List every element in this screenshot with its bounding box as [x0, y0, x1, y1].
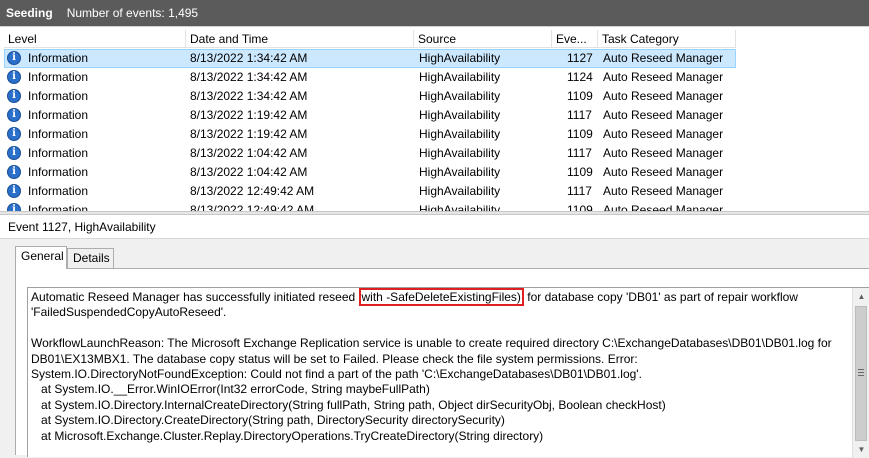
event-cell-datetime: 8/13/2022 1:19:42 AM — [190, 127, 308, 141]
information-icon: i — [7, 165, 21, 179]
event-cell-source: HighAvailability — [419, 184, 501, 198]
event-cell-datetime: 8/13/2022 1:19:42 AM — [190, 108, 308, 122]
event-cell-event-id: 1117 — [567, 146, 592, 160]
event-cell-datetime: 8/13/2022 12:49:42 AM — [190, 184, 315, 198]
column-header-source[interactable]: Source — [414, 30, 552, 48]
event-description-box[interactable]: Automatic Reseed Manager has successfull… — [27, 287, 869, 458]
event-row[interactable]: i Information 8/13/2022 1:19:42 AM HighAvai… — [4, 125, 736, 144]
column-header-level[interactable]: Level — [4, 30, 186, 48]
description-intro: Automatic Reseed Manager has successfull… — [31, 290, 359, 304]
event-cell-source: HighAvailability — [419, 165, 501, 179]
event-row[interactable]: i Information 8/13/2022 1:34:42 AM HighAvai… — [4, 87, 736, 106]
events-grid[interactable]: Level Date and Time Source Eve... Task C… — [0, 26, 869, 212]
event-cell-level: Information — [28, 165, 89, 179]
column-header-date-time[interactable]: Date and Time — [186, 30, 414, 48]
event-cell-category: Auto Reseed Manager — [603, 89, 724, 103]
event-cell-level: Information — [28, 51, 89, 65]
event-row[interactable]: i Information 8/13/2022 1:34:42 AM HighAvai… — [4, 68, 736, 87]
event-cell-level: Information — [28, 108, 89, 122]
event-cell-source: HighAvailability — [419, 108, 501, 122]
event-cell-source: HighAvailability — [419, 127, 501, 141]
information-icon: i — [7, 51, 21, 65]
event-cell-category: Auto Reseed Manager — [603, 184, 724, 198]
event-detail-title: Event 1127, HighAvailability — [0, 215, 869, 239]
event-cell-datetime: 8/13/2022 1:04:42 AM — [190, 146, 308, 160]
column-header-task-category[interactable]: Task Category — [598, 30, 736, 48]
event-cell-category: Auto Reseed Manager — [603, 70, 724, 84]
event-cell-category: Auto Reseed Manager — [603, 108, 724, 122]
log-header-bar: Seeding Number of events: 1,495 — [0, 0, 869, 26]
information-icon: i — [7, 184, 21, 198]
tab-general[interactable]: General — [15, 246, 67, 269]
event-cell-level: Information — [28, 127, 89, 141]
event-cell-source: HighAvailability — [419, 89, 501, 103]
event-cell-level: Information — [28, 70, 89, 84]
event-cell-category: Auto Reseed Manager — [603, 165, 724, 179]
event-cell-datetime: 8/13/2022 1:34:42 AM — [190, 89, 308, 103]
event-cell-event-id: 1109 — [567, 127, 593, 141]
scroll-up-arrow-icon[interactable]: ▲ — [853, 288, 869, 305]
column-header-event-id[interactable]: Eve... — [552, 30, 598, 48]
event-cell-category: Auto Reseed Manager — [603, 127, 724, 141]
event-cell-event-id: 1109 — [567, 165, 593, 179]
event-cell-datetime: 8/13/2022 1:34:42 AM — [190, 51, 308, 65]
scroll-thumb[interactable] — [855, 306, 867, 441]
information-icon: i — [7, 70, 21, 84]
scroll-down-arrow-icon[interactable]: ▼ — [853, 441, 869, 458]
event-cell-event-id: 1117 — [567, 184, 592, 198]
event-row[interactable]: i Information 8/13/2022 1:19:42 AM HighAvai… — [4, 106, 736, 125]
information-icon: i — [7, 89, 21, 103]
event-cell-category: Auto Reseed Manager — [603, 51, 724, 65]
information-icon: i — [7, 127, 21, 141]
event-cell-event-id: 1109 — [567, 89, 593, 103]
thumb-grip-icon — [858, 375, 864, 376]
information-icon: i — [7, 108, 21, 122]
event-description-text: Automatic Reseed Manager has successfull… — [31, 288, 848, 444]
event-cell-datetime: 8/13/2022 1:04:42 AM — [190, 165, 308, 179]
column-header-row: Level Date and Time Source Eve... Task C… — [4, 30, 869, 49]
description-scrollbar[interactable]: ▲ ▼ — [852, 288, 869, 458]
description-body: for database copy 'DB01' as part of repa… — [31, 290, 832, 443]
event-cell-level: Information — [28, 146, 89, 160]
general-tab-panel: Automatic Reseed Manager has successfull… — [15, 268, 869, 458]
event-cell-level: Information — [28, 89, 89, 103]
event-cell-source: HighAvailability — [419, 146, 501, 160]
log-name: Seeding — [6, 6, 53, 20]
information-icon: i — [7, 146, 21, 160]
event-cell-datetime: 8/13/2022 1:34:42 AM — [190, 70, 308, 84]
event-cell-source: HighAvailability — [419, 51, 501, 65]
event-row[interactable]: i Information 8/13/2022 1:04:42 AM HighAvai… — [4, 163, 736, 182]
tab-details[interactable]: Details — [67, 248, 114, 268]
event-cell-category: Auto Reseed Manager — [603, 146, 724, 160]
thumb-grip-icon — [858, 369, 864, 370]
event-row[interactable]: i Information 8/13/2022 1:04:42 AM HighAvai… — [4, 144, 736, 163]
event-cell-source: HighAvailability — [419, 70, 501, 84]
highlighted-parameter: with -SafeDeleteExistingFiles) — [358, 288, 524, 306]
event-cell-event-id: 1117 — [567, 108, 592, 122]
thumb-grip-icon — [858, 372, 864, 373]
event-row[interactable]: i Information 8/13/2022 1:34:42 AM HighAvai… — [4, 49, 736, 68]
event-count: Number of events: 1,495 — [66, 6, 199, 20]
event-cell-event-id: 1127 — [567, 51, 593, 65]
event-cell-level: Information — [28, 184, 89, 198]
event-row[interactable]: i Information 8/13/2022 12:49:42 AM HighAva… — [4, 182, 736, 201]
event-cell-event-id: 1124 — [567, 70, 593, 84]
